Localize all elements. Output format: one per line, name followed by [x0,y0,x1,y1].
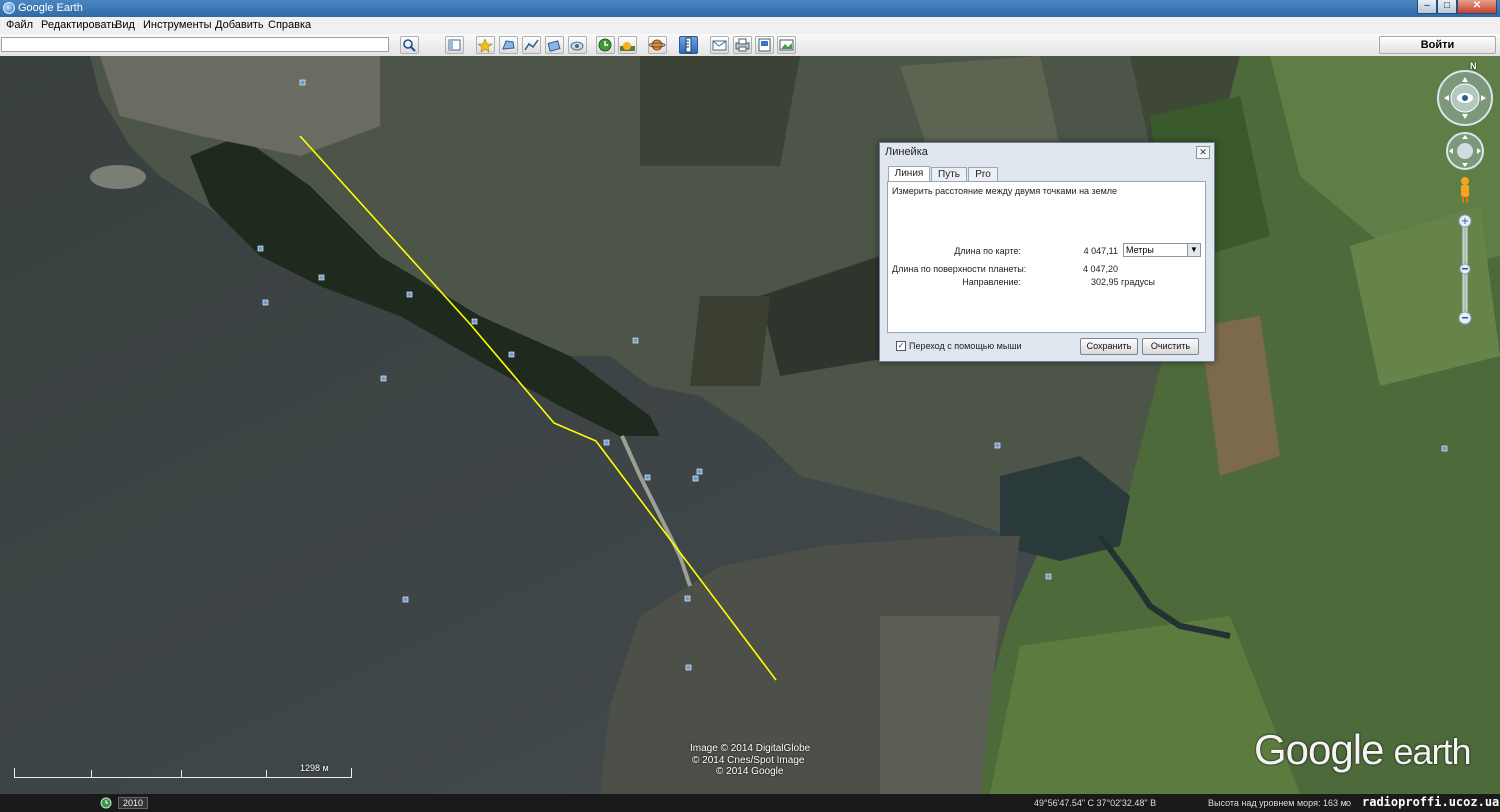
menu-help[interactable]: Справка [268,19,311,31]
historical-imagery-icon[interactable] [100,797,112,809]
coordinates: 49°56'47.54" С 37°02'32.48" В [1034,798,1157,808]
ruler-panel: Измерить расстояние между двумя точками … [887,181,1206,333]
mouse-navigation-checkbox[interactable]: ✓ [896,341,906,351]
scale-label: 1298 м [300,763,329,773]
attribution-line-2: © 2014 Cnes/Spot Image [692,755,805,766]
attribution-line-1: Image © 2014 DigitalGlobe [690,743,811,754]
map-length-value: 4 047,11 [1083,246,1118,256]
status-bar: 2010 49°56'47.54" С 37°02'32.48" В Высот… [0,794,1500,812]
email-icon[interactable] [710,36,729,54]
window-title: Google Earth [18,2,83,14]
ruler-description: Измерить расстояние между двумя точками … [892,186,1118,196]
map-view-icon[interactable] [755,36,774,54]
path-icon[interactable] [522,36,541,54]
placemark-icon[interactable] [476,36,495,54]
maximize-button[interactable]: □ [1437,0,1457,14]
search-icon[interactable] [400,36,419,54]
logo-earth-text: earth [1393,731,1471,772]
unit-dropdown[interactable]: Метры ▼ [1123,243,1201,257]
save-button[interactable]: Сохранить [1080,338,1138,355]
look-joystick[interactable] [1435,66,1495,126]
imagery-year[interactable]: 2010 [118,797,149,809]
historical-imagery-icon[interactable] [596,36,615,54]
svg-text:+: + [1461,216,1469,227]
move-joystick[interactable] [1445,131,1485,171]
logo-google-text: Google [1254,726,1384,773]
satellite-imagery [0,56,1500,794]
menu-tools[interactable]: Инструменты [143,19,212,31]
ruler-title: Линейка [885,146,928,158]
eye-altitude-prefix: о [1346,798,1352,808]
google-earth-logo-icon [3,2,15,14]
print-icon[interactable] [733,36,752,54]
tab-path[interactable]: Путь [931,167,967,181]
menu-add[interactable]: Добавить [215,19,264,31]
mouse-navigation-label: Переход с помощью мыши [909,341,1022,351]
sky-icon[interactable] [648,36,667,54]
map-view[interactable]: Image © 2014 DigitalGlobe © 2014 Cnes/Sp… [0,56,1500,794]
street-view-pegman-icon[interactable] [1457,176,1473,204]
sunlight-icon[interactable] [618,36,637,54]
heading-value: 302,95 градусы [1091,277,1155,287]
sidebar-icon[interactable] [445,36,464,54]
ground-length-value: 4 047,20 [1082,264,1118,274]
tab-line[interactable]: Линия [888,166,930,182]
search-input[interactable] [1,37,389,52]
attribution-line-3: © 2014 Google [716,766,784,777]
ruler-close-button[interactable]: ✕ [1196,146,1210,159]
clear-button[interactable]: Очистить [1142,338,1199,355]
google-earth-logo: Google earth [1254,726,1472,774]
polygon-icon[interactable] [499,36,518,54]
title-bar: Google Earth – □ ✕ [0,0,1500,17]
tab-pro[interactable]: Pro [968,167,998,181]
chevron-down-icon: ▼ [1187,244,1200,256]
ground-length-label: Длина по поверхности планеты: [892,264,1027,274]
ruler-icon[interactable] [679,36,698,54]
menu-view[interactable]: Вид [115,19,135,31]
minimize-button[interactable]: – [1417,0,1437,14]
menu-edit[interactable]: Редактировать [41,19,117,31]
menu-file[interactable]: Файл [6,19,33,31]
close-button[interactable]: ✕ [1457,0,1497,14]
overlay-icon[interactable] [545,36,564,54]
zoom-slider[interactable]: + [1458,214,1472,326]
toolbar: Войти [0,34,1500,57]
tour-icon[interactable] [568,36,587,54]
watermark: radioproffi.ucoz.ua [1362,795,1500,809]
map-length-label: Длина по карте: [954,246,1021,256]
heading-label: Направление: [962,277,1021,287]
unit-value: Метры [1126,245,1154,255]
elevation: Высота над уровнем моря: 163 м [1208,798,1347,808]
login-button[interactable]: Войти [1379,36,1496,54]
compass-north: N [1470,61,1477,71]
menu-bar: Файл Редактировать Вид Инструменты Добав… [0,17,1500,35]
image-icon[interactable] [777,36,796,54]
ruler-dialog: Линейка ✕ Линия Путь Pro Измерить рассто… [879,142,1215,362]
